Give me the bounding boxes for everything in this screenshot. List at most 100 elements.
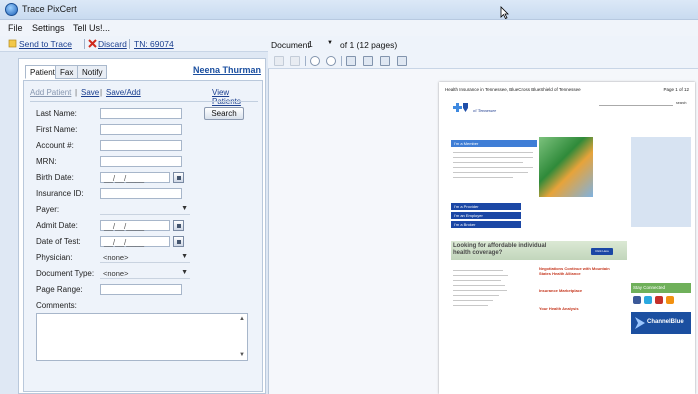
im-member-heading: I'm a Member — [451, 140, 537, 147]
single-page-icon[interactable] — [380, 56, 390, 66]
scroll-down-icon[interactable]: ▼ — [239, 352, 245, 358]
toolbar-divider — [341, 56, 342, 66]
admit-date-label: Admit Date: — [36, 221, 78, 230]
fit-page-icon[interactable] — [346, 56, 356, 66]
text-line — [453, 285, 505, 286]
page-header-number: Page 1 of 12 — [663, 87, 689, 92]
action-separator: | — [100, 88, 103, 97]
document-page[interactable]: Health Insurance in Tennessee, BlueCross… — [439, 82, 695, 394]
first-name-label: First Name: — [36, 125, 78, 134]
main-toolbar: Send to Trace Discard TN: 69074 — [0, 36, 268, 52]
send-icon — [8, 39, 17, 48]
birth-date-input[interactable]: __/__/____ — [100, 172, 170, 183]
patient-form: Add Patient | Save | Save/Add View Patie… — [23, 80, 263, 392]
account-input[interactable] — [100, 140, 182, 151]
admit-date-calendar-icon[interactable] — [173, 220, 184, 231]
channelblue-logo-icon — [635, 317, 645, 329]
last-name-input[interactable] — [100, 108, 182, 119]
coverage-banner-text: Looking for affordable individual health… — [453, 243, 547, 256]
view-patients-link[interactable]: View Patients — [212, 88, 258, 106]
text-line — [453, 280, 501, 281]
document-type-label: Document Type: — [36, 269, 95, 278]
text-line — [453, 167, 533, 168]
document-number-select[interactable]: 1 ▼ — [306, 39, 334, 50]
zoom-out-icon[interactable] — [326, 56, 336, 66]
channelblue-banner: ChannelBlue — [631, 312, 691, 334]
window-title: Trace PixCert — [22, 4, 77, 14]
page-count-label: of 1 (12 pages) — [340, 40, 398, 50]
document-number-value: 1 — [308, 39, 313, 49]
tab-fax[interactable]: Fax — [55, 65, 79, 79]
physician-value: <none> — [103, 253, 129, 262]
text-line — [453, 270, 503, 271]
tab-notify[interactable]: Notify — [77, 65, 108, 79]
draw-icon[interactable] — [274, 56, 284, 66]
physician-label: Physician: — [36, 253, 73, 262]
page-icon[interactable] — [290, 56, 300, 66]
insurance-id-input[interactable] — [100, 188, 182, 199]
login-panel — [631, 137, 691, 227]
text-line — [453, 275, 508, 276]
health-analysis-headline: Your Health Analysis — [539, 306, 579, 311]
mrn-label: MRN: — [36, 157, 57, 166]
menu-file[interactable]: File — [8, 23, 23, 33]
twitter-icon — [644, 296, 652, 304]
insurance-id-label: Insurance ID: — [36, 189, 84, 198]
action-separator: | — [75, 88, 78, 97]
page-search-box — [599, 102, 673, 106]
page-range-input[interactable] — [100, 284, 182, 295]
discard-button[interactable]: Discard — [98, 39, 127, 49]
zoom-in-icon[interactable] — [310, 56, 320, 66]
toolbar-divider — [129, 39, 130, 49]
chevron-down-icon: ▼ — [181, 269, 188, 276]
document-label: Document — [271, 40, 310, 50]
user-name-link[interactable]: Neena Thurman — [193, 65, 261, 75]
channelblue-text: ChannelBlue — [647, 319, 684, 325]
first-name-input[interactable] — [100, 124, 182, 135]
birth-date-label: Birth Date: — [36, 173, 74, 182]
youtube-icon — [655, 296, 663, 304]
save-link[interactable]: Save — [81, 88, 99, 97]
physician-select[interactable]: <none> ▼ — [100, 252, 190, 263]
chevron-down-icon: ▼ — [181, 205, 188, 212]
text-line — [453, 152, 533, 153]
two-page-icon[interactable] — [397, 56, 407, 66]
document-toolbar: Document 1 ▼ of 1 (12 pages) — [268, 36, 698, 53]
comments-label: Comments: — [36, 301, 77, 310]
account-label: Account #: — [36, 141, 74, 150]
payer-select[interactable]: ▼ — [100, 204, 190, 215]
menu-tell-us[interactable]: Tell Us!... — [73, 23, 110, 33]
document-type-select[interactable]: <none> ▼ — [100, 268, 190, 279]
page-search-go: search — [676, 101, 687, 105]
last-name-label: Last Name: — [36, 109, 77, 118]
menu-bar: File Settings Tell Us!... — [0, 20, 698, 36]
negotiations-headline: Negotiations Continue with Mountain Stat… — [539, 266, 610, 276]
save-add-link[interactable]: Save/Add — [106, 88, 141, 97]
mrn-input[interactable] — [100, 156, 182, 167]
menu-settings[interactable]: Settings — [32, 23, 65, 33]
scroll-up-icon[interactable]: ▲ — [239, 316, 245, 322]
birth-date-calendar-icon[interactable] — [173, 172, 184, 183]
add-patient-link[interactable]: Add Patient — [30, 88, 71, 97]
date-of-test-calendar-icon[interactable] — [173, 236, 184, 247]
page-header-title: Health Insurance in Tennessee, BlueCross… — [445, 87, 581, 92]
search-button[interactable]: Search — [204, 107, 244, 120]
chevron-down-icon: ▼ — [327, 40, 333, 46]
payer-label: Payer: — [36, 205, 60, 214]
tn-link[interactable]: TN: 69074 — [134, 39, 174, 49]
send-to-trace-button[interactable]: Send to Trace — [19, 39, 72, 49]
im-provider-link: I'm a Provider — [451, 203, 521, 210]
facebook-icon — [633, 296, 641, 304]
text-line — [453, 177, 513, 178]
page-range-label: Page Range: — [36, 285, 83, 294]
date-of-test-input[interactable]: __/__/____ — [100, 236, 170, 247]
comments-textarea[interactable]: ▲ ▼ — [36, 313, 248, 361]
admit-date-input[interactable]: __/__/____ — [100, 220, 170, 231]
click-here-button: Click Here — [591, 248, 613, 255]
title-bar: Trace PixCert — [0, 0, 698, 20]
text-line — [453, 295, 499, 296]
im-broker-link: I'm a Broker — [451, 221, 521, 228]
fit-width-icon[interactable] — [363, 56, 373, 66]
document-viewer: Health Insurance in Tennessee, BlueCross… — [268, 69, 698, 394]
bluecross-logo-icon — [453, 103, 468, 112]
